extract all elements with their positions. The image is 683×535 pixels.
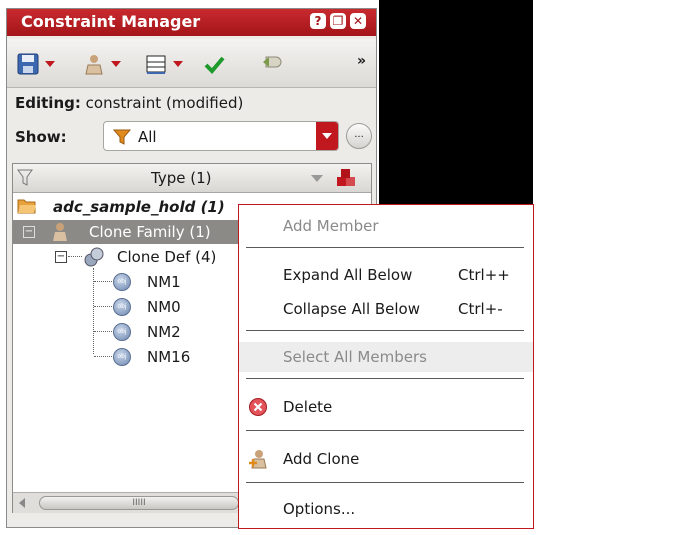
toolbar-overflow-icon[interactable]: »: [357, 53, 366, 69]
editing-value: constraint (modified): [85, 94, 244, 112]
clone-family-icon: [53, 223, 67, 241]
scroll-left-icon[interactable]: [19, 498, 25, 508]
chevron-down-icon[interactable]: [316, 122, 338, 150]
folder-open-icon: [17, 199, 36, 214]
delete-icon: [249, 398, 267, 416]
tree-header: Type (1): [13, 164, 371, 193]
header-dropdown-icon[interactable]: [311, 175, 323, 182]
tree-connector: [94, 331, 112, 332]
menu-item-delete[interactable]: Delete: [239, 392, 533, 422]
tree-connector: [94, 281, 112, 282]
show-filter-select[interactable]: All: [103, 121, 339, 151]
tree-label-root: adc_sample_hold (1): [53, 198, 225, 216]
check-icon[interactable]: [203, 53, 225, 75]
grid-select-icon[interactable]: [145, 53, 167, 75]
show-label: Show:: [15, 128, 67, 146]
tree-label-member: NM1: [147, 273, 181, 291]
obj-icon: obj: [113, 273, 131, 291]
menu-separator: [246, 378, 524, 379]
editing-status: Editing: constraint (modified): [15, 94, 243, 112]
close-button[interactable]: ✕: [350, 13, 366, 29]
tree-connector: [68, 256, 82, 257]
float-button[interactable]: ❐: [330, 13, 346, 29]
menu-item-expand-all[interactable]: Expand All Below Ctrl++: [239, 260, 533, 290]
context-menu: Add Member Expand All Below Ctrl++ Colla…: [238, 204, 534, 529]
menu-item-collapse-all[interactable]: Collapse All Below Ctrl+-: [239, 294, 533, 324]
menu-separator: [246, 247, 524, 248]
collapse-toggle-icon[interactable]: −: [23, 226, 35, 238]
menu-label-select-all: Select All Members: [283, 348, 427, 366]
tree-row-clone-family[interactable]: − Clone Family (1): [13, 220, 239, 244]
tree-label-member: NM0: [147, 298, 181, 316]
tree-connector: [94, 356, 112, 357]
obj-icon: obj: [113, 348, 131, 366]
editing-label: Editing:: [15, 94, 81, 112]
obj-icon: obj: [113, 323, 131, 341]
tree-label-clone-family: Clone Family (1): [89, 223, 211, 241]
toolbar: »: [7, 39, 376, 88]
menu-label-add-clone: Add Clone: [283, 450, 360, 468]
menu-item-add-member[interactable]: Add Member: [239, 211, 533, 241]
cubes-icon[interactable]: [335, 167, 357, 189]
tree-label-member: NM16: [147, 348, 191, 366]
tree-connector: [94, 306, 112, 307]
panel-title: Constraint Manager: [21, 12, 201, 31]
collapse-toggle-icon[interactable]: −: [55, 251, 67, 263]
funnel-icon: [113, 129, 131, 145]
scrollbar-thumb[interactable]: IIIII: [39, 496, 239, 510]
save-dropdown-icon[interactable]: [45, 61, 55, 67]
menu-label-add-member: Add Member: [283, 217, 379, 235]
add-clone-icon: [249, 450, 267, 469]
help-button[interactable]: ?: [310, 13, 326, 29]
menu-label-collapse-all: Collapse All Below: [283, 300, 421, 318]
menu-label-expand-all: Expand All Below: [283, 266, 413, 284]
type-column-header[interactable]: Type (1): [151, 169, 211, 187]
grid-dropdown-icon[interactable]: [173, 61, 183, 67]
more-button[interactable]: ...: [346, 123, 372, 149]
show-filter-value: All: [138, 128, 157, 146]
constraint-person-icon[interactable]: [83, 53, 105, 75]
canvas-area: [379, 0, 533, 206]
menu-label-delete: Delete: [283, 398, 333, 416]
menu-separator: [246, 482, 524, 483]
title-bar: Constraint Manager ? ❐ ✕: [7, 9, 376, 36]
shortcut-expand-all: Ctrl++: [458, 266, 510, 284]
tree-label-clone-def: Clone Def (4): [117, 248, 217, 266]
person-dropdown-icon[interactable]: [111, 61, 121, 67]
shortcut-collapse-all: Ctrl+-: [458, 300, 503, 318]
menu-item-add-clone[interactable]: Add Clone: [239, 444, 533, 474]
menu-item-select-all-members[interactable]: Select All Members: [239, 342, 533, 372]
funnel-filter-icon[interactable]: [17, 169, 33, 187]
tree-label-member: NM2: [147, 323, 181, 341]
menu-separator: [246, 330, 524, 331]
obj-icon: obj: [113, 298, 131, 316]
menu-item-options[interactable]: Options...: [239, 494, 533, 524]
clone-def-icon: [84, 247, 104, 267]
undo-icon[interactable]: [261, 53, 283, 75]
menu-label-options: Options...: [283, 500, 356, 518]
menu-separator: [246, 430, 524, 431]
save-icon[interactable]: [17, 53, 39, 75]
